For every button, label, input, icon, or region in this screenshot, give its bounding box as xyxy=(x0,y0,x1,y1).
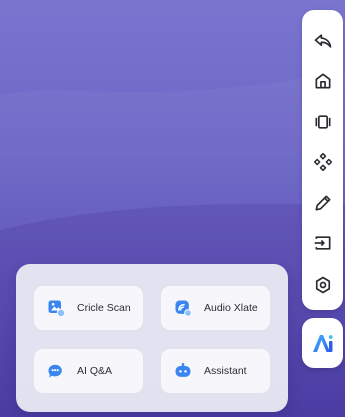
home-button[interactable] xyxy=(308,66,337,95)
ai-qa-button[interactable]: AI Q&A xyxy=(33,348,144,394)
assistant-button[interactable]: Assistant xyxy=(160,348,271,394)
dpad-icon xyxy=(313,152,332,171)
input-source-icon xyxy=(314,235,330,250)
ai-qa-icon xyxy=(48,364,62,378)
ai-assistant-button[interactable] xyxy=(302,318,343,368)
navigate-button[interactable] xyxy=(308,147,337,176)
settings-icon xyxy=(315,276,330,293)
pencil-icon xyxy=(315,195,330,210)
input-source-button[interactable] xyxy=(308,228,337,257)
circle-scan-icon xyxy=(48,300,66,318)
circle-scan-label: Cricle Scan xyxy=(77,302,131,314)
audio-translate-icon xyxy=(175,300,192,317)
ai-qa-label: AI Q&A xyxy=(77,365,113,377)
annotate-button[interactable] xyxy=(308,188,337,217)
assistant-icon xyxy=(175,363,191,377)
settings-button[interactable] xyxy=(308,270,337,299)
circle-scan-button[interactable]: Cricle Scan xyxy=(33,285,144,331)
audio-translate-button[interactable]: Audio Xlate xyxy=(160,285,271,331)
back-arrow-icon xyxy=(314,33,331,48)
window-switch-button[interactable] xyxy=(308,107,337,136)
home-icon xyxy=(315,73,330,88)
audio-translate-label: Audio Xlate xyxy=(204,302,258,314)
ai-logo-icon xyxy=(312,335,333,352)
ai-quick-panel: Cricle Scan Audio Xlate AI Q&A Assistant xyxy=(16,264,288,412)
back-button[interactable] xyxy=(308,26,337,55)
side-toolbar xyxy=(302,10,343,310)
window-switch-icon xyxy=(315,114,330,129)
assistant-label: Assistant xyxy=(204,365,247,377)
